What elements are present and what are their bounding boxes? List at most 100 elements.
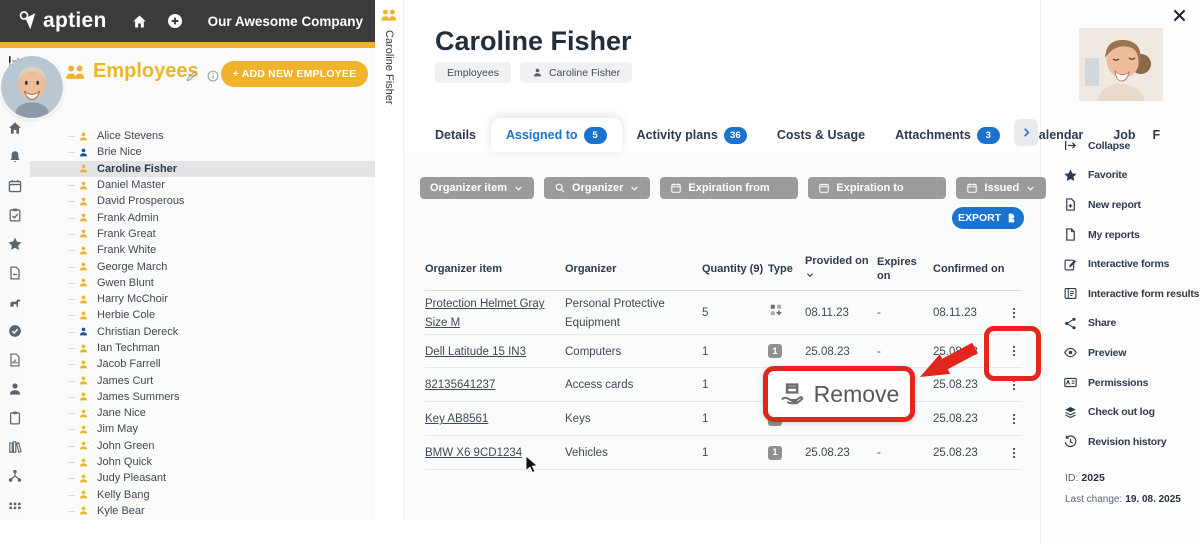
home-icon[interactable] <box>131 13 148 30</box>
filter-label: Organizer <box>572 182 623 194</box>
person-icon <box>78 359 89 370</box>
remove-menu-callout[interactable]: Remove <box>763 366 915 422</box>
pet-icon[interactable] <box>7 294 23 310</box>
employee-list-item[interactable]: Gwen Blunt <box>30 275 375 291</box>
tab-costs-usage[interactable]: Costs & Usage <box>762 118 880 152</box>
close-icon[interactable] <box>1171 7 1188 24</box>
employee-list-item[interactable]: James Curt <box>30 372 375 388</box>
row-menu-kebab-icon[interactable] <box>1007 412 1021 426</box>
clipboard-check-icon[interactable] <box>7 207 23 223</box>
employee-list-item[interactable]: Ian Techman <box>30 340 375 356</box>
tab-label: Details <box>435 128 476 142</box>
person-icon[interactable] <box>7 381 23 397</box>
tab-details[interactable]: Details <box>420 118 491 152</box>
organizer-item-link[interactable]: Key AB8561 <box>425 413 488 425</box>
breadcrumb-item-employees[interactable]: Employees <box>435 62 511 83</box>
sidebar-item-permissions[interactable]: Permissions <box>1063 368 1199 398</box>
filter-organizer[interactable]: Organizer <box>544 177 650 199</box>
employee-name: Judy Pleasant <box>97 472 166 484</box>
filter-expiration-from[interactable]: Expiration from <box>660 177 798 199</box>
employee-list-item[interactable]: John Quick <box>30 454 375 470</box>
sidebar-item-label: Preview <box>1088 347 1126 359</box>
employee-list-item[interactable]: Jacob Farrell <box>30 356 375 372</box>
employee-list-item[interactable]: Caroline Fisher <box>30 161 375 177</box>
employee-list-item[interactable]: George March <box>30 258 375 274</box>
employee-list-item[interactable]: Brie Nice <box>30 144 375 160</box>
sort-chevron-icon[interactable] <box>805 270 815 280</box>
company-name[interactable]: Our Awesome Company <box>208 14 363 29</box>
employee-list-item[interactable]: Kelly Bang <box>30 487 375 503</box>
add-new-employee-button[interactable]: + ADD NEW EMPLOYEE <box>221 61 368 87</box>
sidebar-item-preview[interactable]: Preview <box>1063 338 1199 368</box>
employee-list-item[interactable]: Herbie Cole <box>30 307 375 323</box>
sidebar-item-interactive-forms[interactable]: Interactive forms <box>1063 249 1199 279</box>
sidebar-item-interactive-form-results[interactable]: Interactive form results <box>1063 279 1199 309</box>
calendar-icon[interactable] <box>7 178 23 194</box>
row-menu-kebab-icon[interactable] <box>1007 446 1021 460</box>
tab-f[interactable]: F <box>1151 118 1166 152</box>
organizer-item-link[interactable]: 82135641237 <box>425 379 495 391</box>
bell-icon[interactable] <box>7 149 23 165</box>
organizer-item-link[interactable]: Dell Latitude 15 IN3 <box>425 346 526 358</box>
sidebar-item-favorite[interactable]: Favorite <box>1063 161 1199 191</box>
employee-list-item[interactable]: James Summers <box>30 389 375 405</box>
employee-name: James Summers <box>97 391 180 403</box>
employee-list-item[interactable]: David Prosperous <box>30 193 375 209</box>
column-header-organizer-item[interactable]: Organizer item <box>425 263 565 277</box>
organizer-item-link[interactable]: Protection Helmet Gray Size M <box>425 298 545 329</box>
column-header-expires-on[interactable]: Expires on <box>877 256 933 284</box>
file-chart-icon[interactable] <box>7 352 23 368</box>
employee-list-item[interactable]: Jane Nice <box>30 405 375 421</box>
filter-issued[interactable]: Issued <box>956 177 1046 199</box>
column-header-provided-on[interactable]: Provided on <box>805 255 877 285</box>
tab-scroll-right-button[interactable] <box>1014 119 1038 146</box>
person-icon <box>78 212 89 223</box>
aptien-logo[interactable]: aptien <box>18 9 107 33</box>
check-circle-icon[interactable] <box>7 323 23 339</box>
sidebar-item-revision-history[interactable]: Revision history <box>1063 427 1199 457</box>
sidebar-item-my-reports[interactable]: My reports <box>1063 220 1199 250</box>
column-header-confirmed-on[interactable]: Confirmed on <box>933 263 1005 277</box>
grid-dots-icon[interactable] <box>7 497 23 513</box>
vertical-record-tab[interactable]: Caroline Fisher <box>375 0 404 520</box>
employee-list-item[interactable]: Alice Stevens <box>30 128 375 144</box>
employee-list-item[interactable]: Frank White <box>30 242 375 258</box>
employee-list-item[interactable]: Kyle Bear <box>30 503 375 519</box>
sidebar-item-check-out-log[interactable]: Check out log <box>1063 397 1199 427</box>
column-header-type[interactable]: Type <box>768 263 805 277</box>
sidebar-item-new-report[interactable]: New report <box>1063 190 1199 220</box>
star-icon[interactable] <box>7 236 23 252</box>
employee-list-item[interactable]: John Green <box>30 438 375 454</box>
column-header-organizer[interactable]: Organizer <box>565 263 702 277</box>
breadcrumb-item-caroline-fisher[interactable]: Caroline Fisher <box>520 62 632 83</box>
edit-icon[interactable] <box>185 69 199 83</box>
column-header-quantity-9[interactable]: Quantity (9) <box>702 263 768 277</box>
employee-list-item[interactable]: Daniel Master <box>30 177 375 193</box>
books-icon[interactable] <box>7 439 23 455</box>
organizer-item-link[interactable]: BMW X6 9CD1234 <box>425 447 522 459</box>
filter-expiration-to[interactable]: Expiration to <box>808 177 946 199</box>
info-icon[interactable] <box>206 69 220 83</box>
employee-list-item[interactable]: Christian Dereck <box>30 324 375 340</box>
filter-organizer-item[interactable]: Organizer item <box>420 177 534 199</box>
employee-list-item[interactable]: Frank Admin <box>30 209 375 225</box>
id-card-icon <box>1063 375 1078 390</box>
row-menu-kebab-icon[interactable] <box>1007 306 1021 320</box>
clipboard-icon[interactable] <box>7 410 23 426</box>
file-minus-icon[interactable] <box>7 265 23 281</box>
home-icon[interactable] <box>7 120 23 136</box>
current-user-avatar[interactable] <box>1 56 63 118</box>
tab-attachments[interactable]: Attachments3 <box>880 118 1015 152</box>
network-icon[interactable] <box>7 468 23 484</box>
chevron-down-icon <box>629 183 640 194</box>
employee-list-item[interactable]: Frank Great <box>30 226 375 242</box>
employee-list-item[interactable]: Jim May <box>30 421 375 437</box>
export-button[interactable]: EXPORT <box>952 207 1024 229</box>
sidebar-item-share[interactable]: Share <box>1063 309 1199 339</box>
tab-job[interactable]: Job <box>1098 118 1150 152</box>
tab-assigned-to[interactable]: Assigned to5 <box>491 118 622 152</box>
add-new-icon[interactable] <box>166 12 184 30</box>
employee-list-item[interactable]: Judy Pleasant <box>30 470 375 486</box>
employee-list-item[interactable]: Harry McChoir <box>30 291 375 307</box>
tab-activity-plans[interactable]: Activity plans36 <box>622 118 762 152</box>
